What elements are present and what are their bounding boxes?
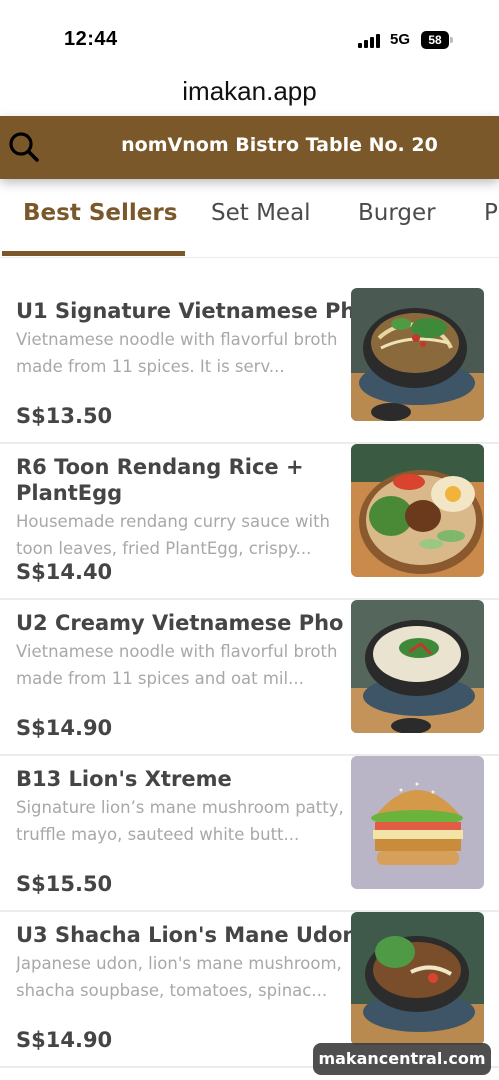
pho-image[interactable] (351, 288, 484, 421)
item-name: B13 Lion's Xtreme (16, 767, 232, 791)
search-icon (9, 132, 39, 162)
active-tab-indicator (2, 251, 185, 256)
category-tabs: Best Sellers Set Meal Burger P (0, 180, 499, 258)
status-time: 12:44 (64, 28, 118, 50)
creamy-pho-image[interactable] (351, 600, 484, 733)
burger-image[interactable] (351, 756, 484, 889)
item-description: truffle mayo, sauteed white butt... (16, 825, 300, 844)
item-price: S$14.90 (16, 1028, 113, 1052)
menu-item[interactable]: U1 Signature Vietnamese Pho Vietnamese n… (0, 288, 499, 444)
udon-image[interactable] (351, 912, 484, 1045)
item-description: made from 11 spices. It is serv... (16, 357, 285, 376)
item-description: Japanese udon, lion's mane mushroom, (16, 954, 342, 973)
item-description: Vietnamese noodle with flavorful broth (16, 642, 338, 661)
item-description: shacha soupbase, tomatoes, spinac... (16, 981, 328, 1000)
item-price: S$15.50 (16, 872, 113, 896)
item-description: Housemade rendang curry sauce with (16, 512, 331, 531)
rendang-rice-image[interactable] (351, 444, 484, 577)
page-title: nomVnom Bistro Table No. 20 (121, 134, 438, 156)
item-price: S$14.90 (16, 716, 113, 740)
restaurant-header: nomVnom Bistro Table No. 20 (0, 116, 499, 179)
item-description: Signature lion’s mane mushroom patty, (16, 798, 344, 817)
item-price: S$13.50 (16, 404, 113, 428)
tab-set-meal[interactable]: Set Meal (211, 200, 311, 226)
item-name: U2 Creamy Vietnamese Pho (16, 611, 344, 635)
menu-item[interactable]: R6 Toon Rendang Rice + PlantEgg Housemad… (0, 444, 499, 600)
signal-icon (358, 32, 382, 48)
battery-tip (450, 37, 453, 43)
search-button[interactable] (6, 128, 44, 166)
item-description: toon leaves, fried PlantEgg, crispy... (16, 539, 312, 558)
tab-burger[interactable]: Burger (358, 200, 436, 226)
network-label: 5G (390, 31, 411, 48)
item-name: U1 Signature Vietnamese Pho (16, 299, 356, 323)
watermark: makancentral.com (313, 1043, 491, 1075)
item-name: U3 Shacha Lion's Mane Udon (16, 923, 356, 947)
tab-best-sellers[interactable]: Best Sellers (23, 200, 177, 226)
browser-url[interactable]: imakan.app (0, 76, 499, 107)
menu-item[interactable]: B13 Lion's Xtreme Signature lion’s mane … (0, 756, 499, 912)
item-name: R6 Toon Rendang Rice + PlantEgg (16, 455, 304, 505)
item-description: made from 11 spices and oat mil... (16, 669, 304, 688)
status-bar: 12:44 5G 58 (0, 0, 499, 72)
menu-item[interactable]: U2 Creamy Vietnamese Pho Vietnamese nood… (0, 600, 499, 756)
tab-partial[interactable]: P (484, 200, 498, 226)
item-price: S$14.40 (16, 560, 113, 584)
battery-icon: 58 (421, 31, 449, 49)
item-description: Vietnamese noodle with flavorful broth (16, 330, 338, 349)
